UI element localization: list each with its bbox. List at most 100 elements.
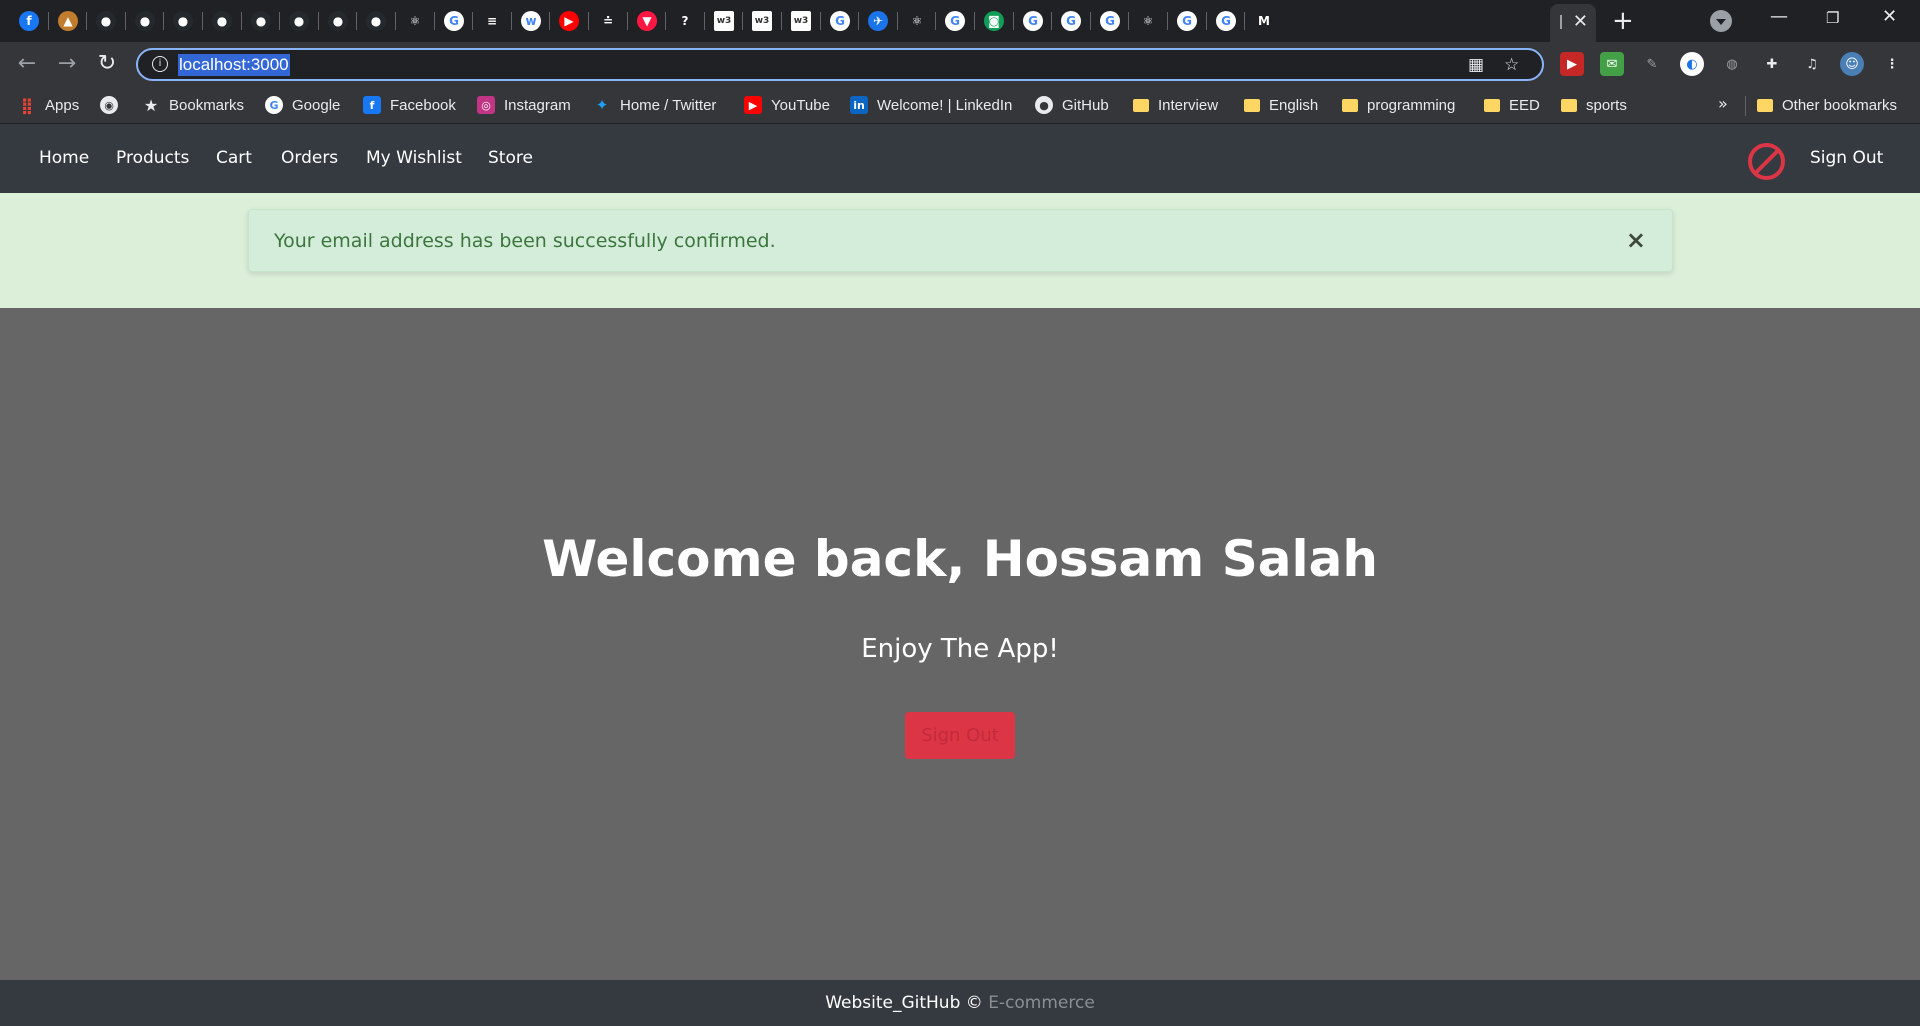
github-icon: ● (366, 11, 386, 31)
browser-tab[interactable]: ▶ (557, 9, 581, 33)
browser-tab[interactable]: ● (249, 9, 273, 33)
active-tab[interactable]: ✕ (1550, 4, 1596, 42)
browser-tab[interactable]: w3 (789, 9, 813, 33)
github-icon: ● (251, 11, 271, 31)
bookmark-item[interactable]: in Welcome! | LinkedIn (850, 94, 1012, 116)
browser-tab[interactable]: f (17, 9, 41, 33)
nav-cart-link[interactable]: Cart (216, 148, 252, 168)
browser-tab[interactable]: G (1175, 9, 1199, 33)
profile-avatar[interactable]: ☺ (1840, 52, 1864, 76)
bookmark-item[interactable]: ★ Bookmarks (142, 94, 244, 116)
url-text[interactable]: localhost:3000 (178, 54, 290, 76)
bookmark-item[interactable]: programming (1342, 94, 1455, 116)
new-tab-button[interactable]: + (1612, 6, 1634, 36)
restore-icon[interactable]: ❐ (1826, 9, 1839, 27)
browser-tab[interactable]: ● (133, 9, 157, 33)
back-icon[interactable]: ← (13, 50, 41, 78)
react-icon: ⚛ (1138, 11, 1158, 31)
nav-sign-out-link[interactable]: Sign Out (1810, 148, 1883, 168)
alert-close-button[interactable]: × (1626, 226, 1646, 254)
bookmark-item[interactable]: ✦ Home / Twitter (593, 94, 717, 116)
tab-separator (86, 12, 87, 30)
browser-tab[interactable]: ● (326, 9, 350, 33)
browser-tab[interactable]: M (1252, 9, 1276, 33)
browser-tab[interactable]: ● (210, 9, 234, 33)
nav-orders-link[interactable]: Orders (281, 148, 338, 168)
bookmark-item[interactable]: Interview (1133, 94, 1218, 116)
browser-tab[interactable]: w3 (712, 9, 736, 33)
google-icon: G (444, 11, 464, 31)
minimize-icon[interactable]: — (1770, 6, 1788, 27)
browser-tab[interactable]: w3 (750, 9, 774, 33)
browser-tab[interactable]: ● (287, 9, 311, 33)
browser-tab[interactable]: ◙ (982, 9, 1006, 33)
browser-tab[interactable]: G (1214, 9, 1238, 33)
browser-tab[interactable]: G (828, 9, 852, 33)
bookmark-item[interactable]: G Google (265, 94, 340, 116)
reload-icon[interactable]: ↻ (93, 50, 121, 78)
browser-tab[interactable]: w (519, 9, 543, 33)
media-control-icon[interactable]: ♫ (1800, 52, 1824, 76)
window-close-icon[interactable]: ✕ (1882, 6, 1897, 27)
nav-store-link[interactable]: Store (488, 148, 533, 168)
browser-tab[interactable]: ▲ (56, 9, 80, 33)
bookmark-label: Instagram (504, 96, 571, 114)
nav-wishlist-link[interactable]: My Wishlist (366, 148, 462, 168)
tab-separator (125, 12, 126, 30)
extension-pen-icon[interactable]: ✎ (1640, 52, 1664, 76)
bookmark-item[interactable]: ◉ (100, 94, 127, 116)
extension-mail-icon[interactable]: ✉ (1600, 52, 1624, 76)
browser-tab[interactable]: G (943, 9, 967, 33)
bookmark-star-icon[interactable]: ☆ (1504, 56, 1519, 74)
extension-circle-icon[interactable]: ◐ (1680, 52, 1704, 76)
browser-tab[interactable]: ? (673, 9, 697, 33)
address-bar[interactable]: i localhost:3000 ▦ ☆ (136, 48, 1544, 81)
browser-tab[interactable]: G (1098, 9, 1122, 33)
bookmark-item[interactable]: EED (1484, 94, 1540, 116)
bookmark-item[interactable]: English (1244, 94, 1318, 116)
nav-home-link[interactable]: Home (39, 148, 89, 168)
browser-tab[interactable]: ● (171, 9, 195, 33)
close-tab-icon[interactable]: ✕ (1573, 11, 1588, 32)
bookmark-item[interactable]: f Facebook (363, 94, 456, 116)
browser-tab[interactable]: ▼ (635, 9, 659, 33)
extensions-puzzle-icon[interactable]: ✚ (1760, 52, 1784, 76)
tab-separator (472, 12, 473, 30)
nav-products-link[interactable]: Products (116, 148, 189, 168)
bookmark-item[interactable]: ● GitHub (1035, 94, 1109, 116)
other-bookmarks[interactable]: Other bookmarks (1757, 94, 1897, 116)
sign-out-button[interactable]: Sign Out (905, 712, 1015, 759)
browser-tab[interactable]: ⚛ (1136, 9, 1160, 33)
alert-message: Your email address has been successfully… (274, 230, 776, 252)
bookmark-item[interactable]: ⣿ Apps (18, 94, 79, 116)
more-bookmarks-chevron-icon[interactable]: » (1718, 94, 1728, 113)
extension-red-icon[interactable]: ▶ (1560, 52, 1584, 76)
linkedin-icon: in (850, 96, 868, 114)
qr-code-icon[interactable]: ▦ (1468, 56, 1484, 74)
tab-separator (356, 12, 357, 30)
tab-separator (241, 12, 242, 30)
bookmark-item[interactable]: ◎ Instagram (477, 94, 571, 116)
browser-tab[interactable]: ≡ (480, 9, 504, 33)
browser-tab[interactable]: ≐ (596, 9, 620, 33)
bookmark-item[interactable]: ▶ YouTube (744, 94, 830, 116)
browser-tab[interactable]: G (442, 9, 466, 33)
browser-tab[interactable]: G (1059, 9, 1083, 33)
forward-icon[interactable]: → (53, 50, 81, 78)
browser-tab[interactable]: ⚛ (403, 9, 427, 33)
tab-search-icon[interactable] (1710, 10, 1732, 32)
browser-tab[interactable]: ✈ (866, 9, 890, 33)
browser-tab[interactable]: ● (364, 9, 388, 33)
bookmark-item[interactable]: sports (1561, 94, 1627, 116)
ban-icon[interactable] (1748, 143, 1785, 180)
bookmark-label: Welcome! | LinkedIn (877, 96, 1013, 114)
tab-separator (163, 12, 164, 30)
browser-tab[interactable]: ● (94, 9, 118, 33)
site-info-icon[interactable]: i (152, 56, 168, 72)
menu-kebab-icon[interactable]: ⋮ (1880, 52, 1904, 76)
loading-indicator (1560, 15, 1562, 29)
browser-tab[interactable]: ⚛ (905, 9, 929, 33)
tab-separator (1013, 12, 1014, 30)
browser-tab[interactable]: G (1021, 9, 1045, 33)
extension-globe-icon[interactable]: ◍ (1720, 52, 1744, 76)
